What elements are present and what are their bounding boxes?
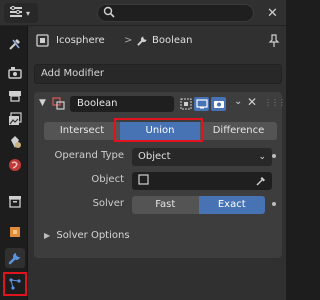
close-icon[interactable]: ✕ xyxy=(264,5,281,22)
operand-type-dropdown[interactable]: Object ⌄ xyxy=(132,148,272,166)
boolean-modifier-panel: ▼ Boolean ⌄ ✕ ⋮⋮⋮ Intersect Union Differ… xyxy=(34,92,286,258)
modifier-name-field[interactable]: Boolean xyxy=(70,96,174,112)
operation-intersect-button[interactable]: Intersect xyxy=(44,122,120,140)
keyframe-dot-icon[interactable] xyxy=(272,202,276,206)
search-field[interactable] xyxy=(97,4,254,22)
output-icon[interactable] xyxy=(5,86,25,106)
remove-modifier-icon[interactable]: ✕ xyxy=(247,95,257,109)
scene-icon[interactable] xyxy=(5,132,25,152)
render-toggle-camera-icon[interactable] xyxy=(211,97,226,111)
chevron-down-icon[interactable]: ⌄ xyxy=(234,96,242,107)
operation-difference-button[interactable]: Difference xyxy=(200,122,277,140)
render-icon[interactable] xyxy=(5,63,25,83)
modifier-wrench-icon[interactable] xyxy=(5,248,25,268)
keyframe-dot-icon[interactable] xyxy=(272,154,276,158)
editor-type-dropdown[interactable]: ▾ xyxy=(4,3,38,23)
properties-header: ▾ ✕ xyxy=(0,0,286,26)
viewport-display-toggle-icon[interactable] xyxy=(194,97,209,111)
union-highlight-box xyxy=(114,118,203,142)
operand-type-label: Operand Type xyxy=(54,150,124,161)
object-label: Object xyxy=(91,174,124,185)
particles-icon[interactable] xyxy=(5,274,25,294)
chevron-down-icon: ▾ xyxy=(26,8,31,18)
collapse-arrow-icon[interactable]: ▼ xyxy=(39,98,46,108)
solver-options-subpanel[interactable]: ▶ Solver Options xyxy=(44,230,130,241)
chevron-down-icon: ⌄ xyxy=(258,152,266,162)
boolean-modifier-icon xyxy=(52,97,65,113)
add-modifier-dropdown[interactable]: Add Modifier xyxy=(34,64,282,84)
search-icon xyxy=(103,6,115,21)
solver-fast-button[interactable]: Fast xyxy=(132,196,199,214)
pin-icon[interactable] xyxy=(268,34,280,51)
breadcrumb: Icosphere > Boolean xyxy=(28,26,286,56)
breadcrumb-object: Icosphere xyxy=(56,35,105,46)
properties-tab-bar xyxy=(0,26,28,300)
solver-selector: Fast Exact xyxy=(132,196,265,214)
modifier-header: ▼ Boolean ⌄ ✕ ⋮⋮⋮ xyxy=(34,92,286,116)
breadcrumb-modifier: Boolean xyxy=(152,35,193,46)
mesh-object-icon xyxy=(36,34,49,50)
modifier-wrench-icon xyxy=(136,34,149,50)
expand-arrow-icon: ▶ xyxy=(44,231,51,240)
world-icon[interactable] xyxy=(5,155,25,175)
properties-panel: Icosphere > Boolean Add Modifier ▼ Boole… xyxy=(28,26,286,300)
breadcrumb-separator: > xyxy=(124,35,133,46)
operand-type-value: Object xyxy=(138,151,171,162)
eyedropper-icon[interactable] xyxy=(255,175,267,190)
drag-handle-icon[interactable]: ⋮⋮⋮ xyxy=(264,98,286,107)
solver-label: Solver xyxy=(92,198,124,209)
edit-mode-toggle-icon[interactable] xyxy=(178,97,193,111)
collection-icon[interactable] xyxy=(5,191,25,211)
solver-options-label: Solver Options xyxy=(56,230,130,241)
properties-editor-icon xyxy=(9,5,23,21)
view-layer-icon[interactable] xyxy=(5,109,25,129)
tool-icon[interactable] xyxy=(5,34,25,54)
mesh-object-icon xyxy=(138,174,149,188)
solver-exact-button[interactable]: Exact xyxy=(198,196,265,214)
object-icon[interactable] xyxy=(5,222,25,242)
object-field[interactable] xyxy=(132,172,272,190)
